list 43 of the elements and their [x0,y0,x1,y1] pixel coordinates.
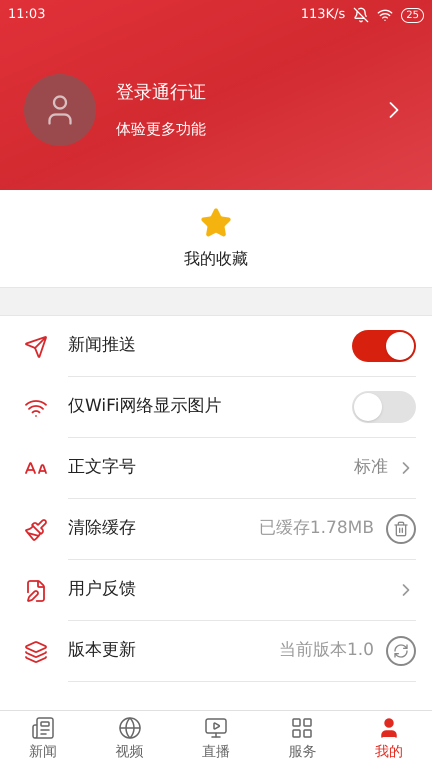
status-time: 11:03 [8,6,46,24]
paper-plane-icon [24,334,48,358]
mute-icon [353,7,370,23]
settings-row[interactable]: 仅WiFi网络显示图片 [0,377,432,438]
setting-value: 已缓存1.78MB [258,517,374,540]
note-edit-icon [24,578,48,602]
login-title: 登录通行证 [116,81,207,106]
network-speed: 113K/s [300,6,346,24]
layers-icon [24,640,48,664]
settings-row[interactable]: 清除缓存 已缓存1.78MB [0,499,432,560]
settings-row[interactable]: 版本更新 当前版本1.0 [0,621,432,682]
tab[interactable]: 直播 [172,711,260,768]
setting-value: 当前版本1.0 [278,639,374,662]
tab[interactable]: 视频 [86,711,173,768]
profile-card[interactable]: 登录通行证 体验更多功能 [0,30,432,190]
login-subtitle: 体验更多功能 [116,119,207,140]
tab[interactable]: 服务 [259,711,346,768]
grid-icon [290,716,314,740]
setting-label: 清除缓存 [68,517,136,540]
star-icon [200,206,232,238]
broom-icon [24,518,48,542]
settings-row[interactable]: 用户反馈 [0,560,432,621]
setting-label: 仅WiFi网络显示图片 [68,395,222,418]
settings-row[interactable]: 新闻推送 [0,316,432,377]
video-icon [204,716,228,740]
globe-icon [118,716,142,740]
setting-label: 版本更新 [68,639,136,662]
newspaper-icon [31,716,56,740]
tab[interactable]: 新闻 [0,711,86,768]
setting-label: 新闻推送 [68,334,136,358]
settings-row[interactable]: 正文字号 标准 [0,438,432,499]
setting-label: 正文字号 [68,456,136,480]
refresh-button[interactable] [386,636,416,666]
tab[interactable]: 我的 [346,711,432,768]
toggle-switch[interactable] [352,391,416,423]
trash-button[interactable] [386,514,416,544]
setting-value: 标准 [354,456,388,480]
toggle-switch[interactable] [352,330,416,362]
battery-level: 25 [401,8,424,22]
trash-icon [393,521,409,537]
setting-label: 用户反馈 [68,578,136,602]
wifi-icon [377,7,394,23]
refresh-icon [393,643,409,659]
